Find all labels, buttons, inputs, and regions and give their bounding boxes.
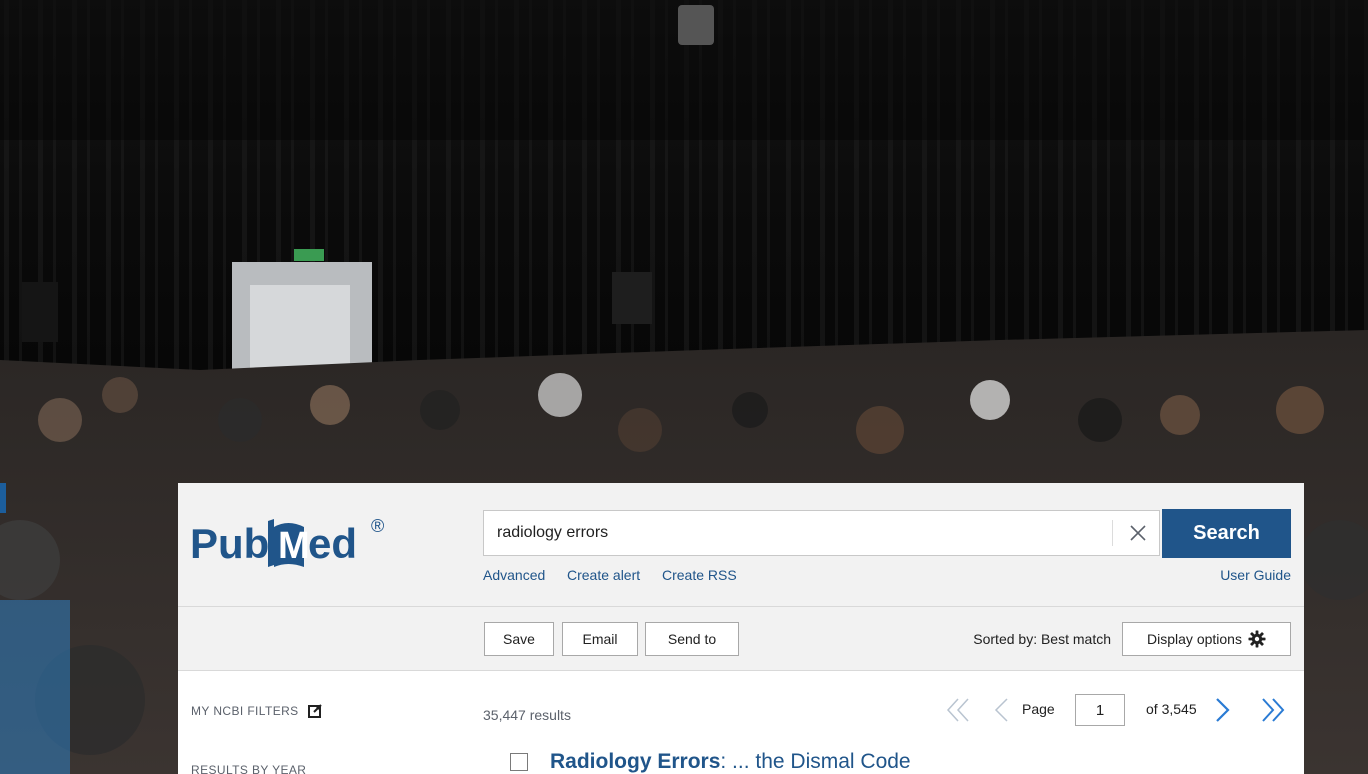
double-chevron-right-icon	[1262, 698, 1285, 722]
gear-icon	[1248, 630, 1266, 648]
results-count: 35,447 results	[483, 707, 571, 723]
result-title-highlight: Radiology Errors	[550, 750, 721, 773]
send-to-button[interactable]: Send to	[645, 622, 739, 656]
last-page-button[interactable]	[1256, 691, 1290, 729]
pubmed-logo[interactable]: Pub M ed ®	[188, 505, 398, 581]
chevron-left-icon	[994, 698, 1008, 722]
search-input[interactable]	[484, 511, 1112, 555]
sort-label: Sorted by: Best match	[973, 631, 1111, 647]
results-area: MY NCBI FILTERS RESULTS BY YEAR 35,447 r…	[178, 671, 1304, 774]
results-toolbar: Save Email Send to Sorted by: Best match…	[178, 607, 1304, 671]
result-title-rest: : ... the Dismal Code	[720, 750, 911, 773]
next-page-button[interactable]	[1210, 691, 1236, 729]
external-link-icon	[307, 704, 322, 718]
filters-label-text: MY NCBI FILTERS	[191, 704, 299, 718]
chevron-right-icon	[1216, 698, 1230, 722]
result-item: Radiology Errors: ... the Dismal Code	[508, 750, 1288, 774]
advanced-search-link[interactable]: Advanced	[483, 567, 545, 583]
svg-text:ed: ed	[308, 520, 357, 567]
result-checkbox[interactable]	[510, 753, 528, 771]
search-box	[483, 510, 1160, 556]
create-alert-link[interactable]: Create alert	[567, 567, 640, 583]
svg-text:Pub: Pub	[190, 520, 269, 567]
previous-page-button[interactable]	[988, 691, 1014, 729]
pubmed-window: Pub M ed ® Search Advanced Create alert	[178, 483, 1304, 774]
email-button[interactable]: Email	[562, 622, 638, 656]
svg-text:M: M	[278, 525, 310, 567]
registered-mark: ®	[371, 516, 384, 536]
save-button[interactable]: Save	[484, 622, 554, 656]
search-button[interactable]: Search	[1162, 509, 1291, 558]
pubmed-header: Pub M ed ® Search Advanced Create alert	[178, 483, 1304, 607]
page-label: Page	[1022, 701, 1055, 717]
first-page-button[interactable]	[941, 691, 975, 729]
display-options-button[interactable]: Display options	[1122, 622, 1291, 656]
result-title-link[interactable]: Radiology Errors: ... the Dismal Code	[550, 750, 911, 774]
close-icon	[1130, 525, 1146, 541]
page-number-input[interactable]	[1075, 694, 1125, 726]
results-by-year-label: RESULTS BY YEAR	[191, 763, 307, 774]
page-total: of 3,545	[1146, 701, 1197, 717]
clear-search-button[interactable]	[1116, 511, 1160, 555]
screen: Pub M ed ® Search Advanced Create alert	[0, 0, 1368, 774]
left-edge-accent	[0, 483, 6, 513]
user-guide-link[interactable]: User Guide	[1220, 567, 1291, 583]
my-ncbi-filters[interactable]: MY NCBI FILTERS	[191, 704, 322, 718]
pagination: Page of 3,545	[938, 691, 1298, 729]
create-rss-link[interactable]: Create RSS	[662, 567, 737, 583]
search-divider	[1112, 520, 1113, 546]
display-options-label: Display options	[1147, 631, 1242, 647]
double-chevron-left-icon	[946, 698, 969, 722]
